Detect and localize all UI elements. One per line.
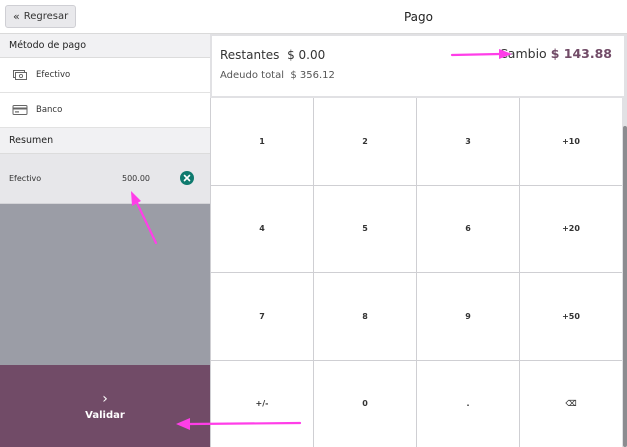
numpad-key-4[interactable]: 4 — [211, 185, 313, 272]
remaining-amount: Restantes $ 0.00 — [220, 48, 325, 62]
numpad-key-6[interactable]: 6 — [417, 185, 519, 272]
payment-line[interactable]: Efectivo 500.00 — [0, 154, 210, 204]
numpad-key-plus-minus[interactable]: +/- — [211, 360, 313, 447]
back-button-label: Regresar — [23, 11, 69, 22]
validate-button-label: Validar — [85, 409, 125, 421]
numpad-key-plus-10[interactable]: +10 — [520, 98, 622, 185]
numpad-key-9[interactable]: 9 — [417, 273, 519, 360]
numpad-key-1[interactable]: 1 — [211, 98, 313, 185]
payment-method-bank[interactable]: Banco — [0, 93, 210, 128]
top-bar: « Regresar Pago — [0, 0, 627, 34]
change-label: Cambio — [499, 46, 547, 61]
numpad: 1 2 3 +10 4 5 6 +20 7 8 9 +50 +/- 0 . ⌫ — [210, 98, 622, 447]
payment-method-label: Efectivo — [36, 70, 71, 80]
numpad-key-plus-50[interactable]: +50 — [520, 273, 622, 360]
left-panel: Método de pago Efectivo Banco Resumen Ef… — [0, 34, 210, 447]
numpad-key-8[interactable]: 8 — [314, 273, 416, 360]
change-value: $ 143.88 — [550, 46, 612, 61]
page-title: Pago — [403, 10, 433, 24]
cash-icon — [13, 70, 27, 80]
payment-method-cash[interactable]: Efectivo — [0, 58, 210, 93]
numpad-key-0[interactable]: 0 — [314, 360, 416, 447]
numpad-key-2[interactable]: 2 — [314, 98, 416, 185]
numpad-key-plus-20[interactable]: +20 — [520, 185, 622, 272]
validate-button[interactable]: › Validar — [0, 365, 210, 447]
numpad-key-7[interactable]: 7 — [211, 273, 313, 360]
double-chevron-left-icon: « — [13, 10, 20, 23]
total-due-label: Adeudo total — [220, 70, 285, 81]
total-due: Adeudo total $ 356.12 — [220, 70, 335, 81]
change-amount: Cambio $ 143.88 — [499, 46, 612, 61]
summary-title: Resumen — [0, 128, 210, 154]
payment-line-method: Efectivo — [9, 174, 42, 183]
card-icon — [12, 105, 28, 115]
remove-icon[interactable] — [180, 171, 194, 185]
remaining-value: $ 0.00 — [287, 48, 326, 62]
scrollbar[interactable] — [623, 126, 627, 447]
back-button[interactable]: « Regresar — [5, 5, 77, 28]
numpad-key-5[interactable]: 5 — [314, 185, 416, 272]
payment-methods-title: Método de pago — [0, 34, 210, 58]
numpad-key-decimal[interactable]: . — [417, 360, 519, 447]
backspace-icon[interactable]: ⌫ — [520, 360, 622, 447]
payment-method-label: Banco — [36, 105, 63, 115]
payment-line-amount: 500.00 — [122, 174, 150, 183]
total-due-value: $ 356.12 — [290, 70, 335, 81]
chevron-right-icon: › — [102, 390, 108, 407]
right-panel: Restantes $ 0.00 Adeudo total $ 356.12 C… — [210, 34, 627, 447]
close-icon — [183, 174, 191, 182]
remaining-label: Restantes — [220, 48, 280, 62]
payment-totals: Restantes $ 0.00 Adeudo total $ 356.12 C… — [212, 36, 624, 96]
numpad-key-3[interactable]: 3 — [417, 98, 519, 185]
